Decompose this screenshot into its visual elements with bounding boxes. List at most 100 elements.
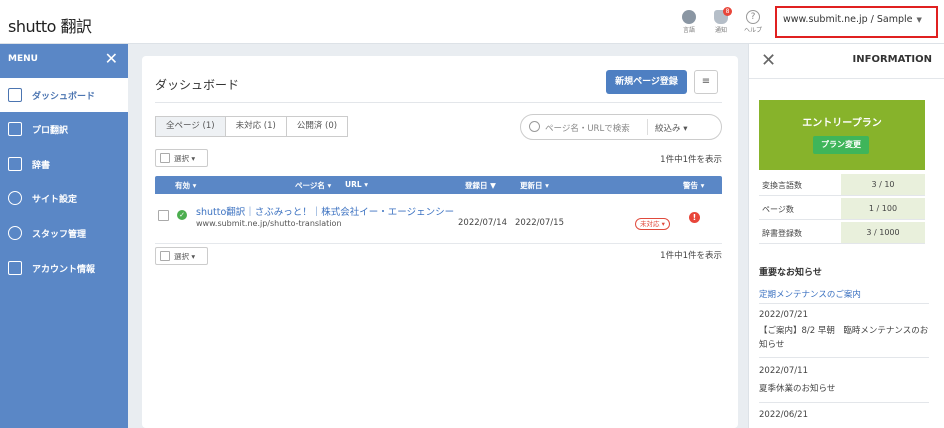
sidebar-item-label: ダッシュボード	[32, 92, 96, 102]
stat-value: 3 / 10	[841, 174, 925, 195]
dashboard-panel: ダッシュボード 新規ページ登録 ≡ 全ページ (1) 未対応 (1) 公開済 (…	[142, 56, 738, 428]
help-label: ヘルプ	[743, 27, 762, 34]
news-item[interactable]: 2022/07/11 夏季休業のお知らせ	[759, 364, 935, 396]
top-header: shutto 翻訳 言語 8 通知 ? ヘルプ www.submit.ne.jp…	[0, 0, 944, 44]
search-input[interactable]: ページ名・URLで検索	[545, 122, 630, 134]
sidebar-item-label: サイト設定	[32, 195, 78, 205]
table-header: 有効 ▾ ページ名 ▾ URL ▾ 登録日 ▼ 更新日 ▾ 警告 ▾	[155, 176, 722, 194]
column-header-registered[interactable]: 登録日 ▼	[465, 180, 496, 191]
stat-label: 変換言語数	[759, 174, 841, 195]
help-button[interactable]: ? ヘルプ	[738, 10, 768, 40]
divider	[759, 402, 929, 403]
info-title: INFORMATION	[852, 54, 932, 65]
stat-value: 3 / 1000	[841, 222, 925, 243]
column-header-warning[interactable]: 警告 ▾	[683, 180, 704, 191]
document-icon	[8, 261, 22, 275]
table-row: ✓ shutto翻訳｜さぶみっと！｜株式会社イー・エージェンシー www.sub…	[155, 196, 722, 244]
page-name-link[interactable]: shutto翻訳｜さぶみっと！｜株式会社イー・エージェンシー	[196, 204, 454, 218]
site-selector-value: www.submit.ne.jp / Sample	[783, 14, 913, 25]
stat-label: ページ数	[759, 198, 841, 219]
news-text: 【ご案内】8/2 早朝 臨時メンテナンスのお知らせ	[759, 326, 929, 350]
sidebar-title: MENU	[8, 54, 38, 64]
sidebar-item-pro-translation[interactable]: プロ翻訳	[0, 112, 128, 146]
news-date: 2022/07/11	[759, 366, 808, 376]
warning-icon[interactable]: !	[689, 212, 700, 223]
language-label: 言語	[682, 27, 695, 34]
status-tabs: 全ページ (1) 未対応 (1) 公開済 (0)	[155, 116, 349, 137]
language-button[interactable]: 言語	[674, 10, 704, 40]
status-badge[interactable]: 未対応 ▾	[635, 218, 670, 230]
notification-button[interactable]: 8 通知	[706, 7, 736, 40]
help-icon: ?	[746, 10, 760, 24]
news-text: 夏季休業のお知らせ	[759, 384, 836, 394]
page-title: ダッシュボード	[155, 78, 240, 92]
column-header-updated[interactable]: 更新日 ▾	[520, 180, 549, 191]
select-all-checkbox[interactable]	[160, 153, 170, 163]
bulk-select-label: 選択 ▾	[174, 154, 196, 163]
row-checkbox[interactable]	[158, 210, 169, 221]
news-item[interactable]: 2022/06/21	[759, 408, 935, 422]
column-header-page-name[interactable]: ページ名 ▾	[295, 180, 331, 191]
users-icon	[8, 226, 22, 240]
stat-languages: 変換言語数 3 / 10	[759, 174, 925, 196]
column-header-enabled[interactable]: 有効 ▾	[175, 180, 196, 191]
sidebar-header: MENU ✕	[0, 44, 128, 74]
book-icon	[8, 157, 22, 171]
registered-date: 2022/07/14	[458, 218, 507, 228]
change-plan-button[interactable]: プラン変更	[813, 136, 869, 154]
plan-card: エントリープラン プラン変更	[759, 100, 925, 170]
gear-icon	[8, 191, 22, 205]
divider	[759, 357, 929, 358]
result-count-bottom: 1件中1件を表示	[660, 251, 722, 261]
news-date: 2022/06/21	[759, 410, 808, 420]
bulk-select-label: 選択 ▾	[174, 252, 196, 261]
close-icon[interactable]: ✕	[105, 49, 118, 68]
globe-icon	[682, 10, 696, 24]
filter-dropdown[interactable]: 絞込み ▾	[655, 122, 687, 134]
close-icon[interactable]: ✕	[761, 50, 776, 71]
tab-all[interactable]: 全ページ (1)	[155, 116, 226, 137]
search-icon	[529, 121, 540, 132]
menu-icon[interactable]: ≡	[694, 70, 718, 94]
divider	[647, 119, 648, 135]
sidebar-item-label: 辞書	[32, 161, 51, 171]
notification-badge: 8	[723, 7, 732, 16]
home-icon	[8, 88, 22, 102]
new-page-button[interactable]: 新規ページ登録	[606, 70, 687, 94]
sidebar-item-label: スタッフ管理	[32, 230, 87, 240]
news-date: 2022/07/21	[759, 310, 808, 320]
sidebar-item-account[interactable]: アカウント情報	[0, 251, 128, 285]
information-panel: ✕ INFORMATION エントリープラン プラン変更 変換言語数 3 / 1…	[748, 44, 944, 428]
sidebar-item-dashboard[interactable]: ダッシュボード	[0, 78, 128, 112]
stat-pages: ページ数 1 / 100	[759, 198, 925, 220]
bell-icon: 8	[714, 7, 732, 24]
news-heading: 重要なお知らせ	[759, 268, 822, 278]
news-link[interactable]: 定期メンテナンスのご案内	[759, 288, 861, 300]
updated-date: 2022/07/15	[515, 218, 564, 228]
bulk-select-bottom[interactable]: 選択 ▾	[155, 247, 208, 265]
sidebar: MENU ✕ ダッシュボード プロ翻訳 辞書 サイト設定 スタッフ管理 アカウン…	[0, 44, 128, 428]
check-circle-icon: ✓	[177, 210, 187, 220]
sidebar-item-label: プロ翻訳	[32, 126, 69, 136]
bulk-select-top[interactable]: 選択 ▾	[155, 149, 208, 167]
stat-dictionary: 辞書登録数 3 / 1000	[759, 222, 925, 244]
page-url: www.submit.ne.jp/shutto-translation	[196, 219, 342, 228]
sidebar-item-site-settings[interactable]: サイト設定	[0, 181, 128, 215]
tab-published[interactable]: 公開済 (0)	[285, 116, 349, 137]
site-selector[interactable]: www.submit.ne.jp / Sample ▼	[775, 6, 938, 38]
column-header-url[interactable]: URL ▾	[345, 180, 368, 189]
news-item[interactable]: 2022/07/21 【ご案内】8/2 早朝 臨時メンテナンスのお知らせ	[759, 308, 935, 352]
sidebar-item-dictionary[interactable]: 辞書	[0, 147, 128, 181]
stat-value: 1 / 100	[841, 198, 925, 219]
tab-unhandled[interactable]: 未対応 (1)	[224, 116, 287, 137]
search-box: ページ名・URLで検索 絞込み ▾	[520, 114, 722, 140]
stat-label: 辞書登録数	[759, 222, 841, 243]
result-count-top: 1件中1件を表示	[660, 155, 722, 165]
select-all-checkbox[interactable]	[160, 251, 170, 261]
app-logo[interactable]: shutto 翻訳	[8, 13, 92, 37]
grid-icon	[8, 122, 22, 136]
sidebar-item-staff[interactable]: スタッフ管理	[0, 216, 128, 250]
divider	[759, 303, 929, 304]
divider	[749, 78, 944, 79]
plan-name: エントリープラン	[802, 118, 882, 129]
